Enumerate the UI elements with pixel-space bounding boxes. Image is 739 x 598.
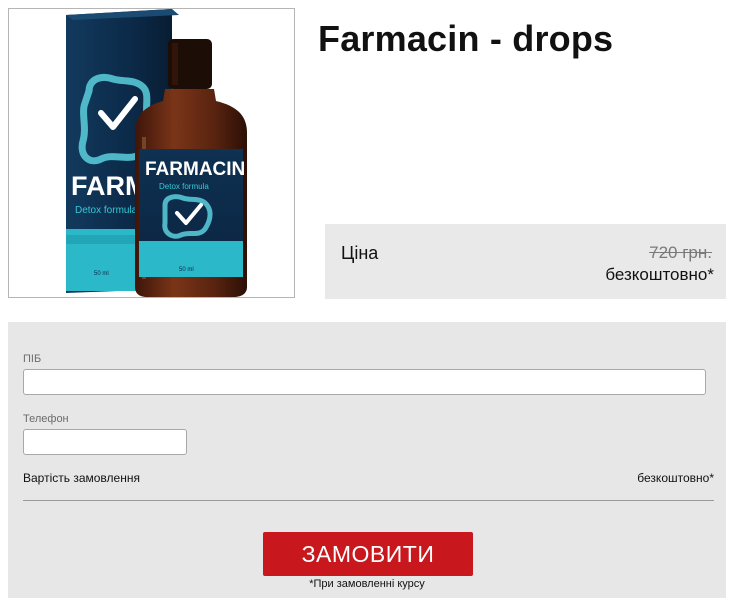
name-input[interactable] (23, 369, 706, 395)
bottle-brand: FARMACIN (145, 159, 245, 180)
product-illustration: FARMACIN Detox formula 50 ml FARMACIN De… (66, 9, 247, 297)
phone-label: Телефон (23, 413, 69, 425)
bottle-subtitle: Detox formula (159, 182, 209, 191)
box-volume: 50 ml (94, 271, 109, 277)
order-cost-value: безкоштовно* (637, 471, 714, 485)
price-label: Ціна (341, 243, 379, 263)
order-button[interactable]: ЗАМОВИТИ (263, 532, 473, 576)
footnote: *При замовленні курсу (309, 578, 425, 590)
old-price: 720 грн. (649, 243, 712, 262)
box-subtitle: Detox formula (75, 205, 138, 216)
bottle-volume: 50 ml (179, 267, 194, 273)
price-box: Ціна 720 грн. безкоштовно* (325, 224, 726, 299)
phone-input[interactable] (23, 429, 187, 455)
name-label: ПІБ (23, 353, 42, 365)
order-cost-label: Вартість замовлення (23, 471, 140, 485)
product-title: Farmacin - drops (318, 18, 614, 59)
new-price: безкоштовно* (605, 265, 714, 284)
divider (23, 500, 714, 501)
order-form: ПІБ Телефон Вартість замовлення безкошто… (8, 322, 726, 598)
product-image: FARMACIN Detox formula 50 ml FARMACIN De… (8, 8, 295, 298)
